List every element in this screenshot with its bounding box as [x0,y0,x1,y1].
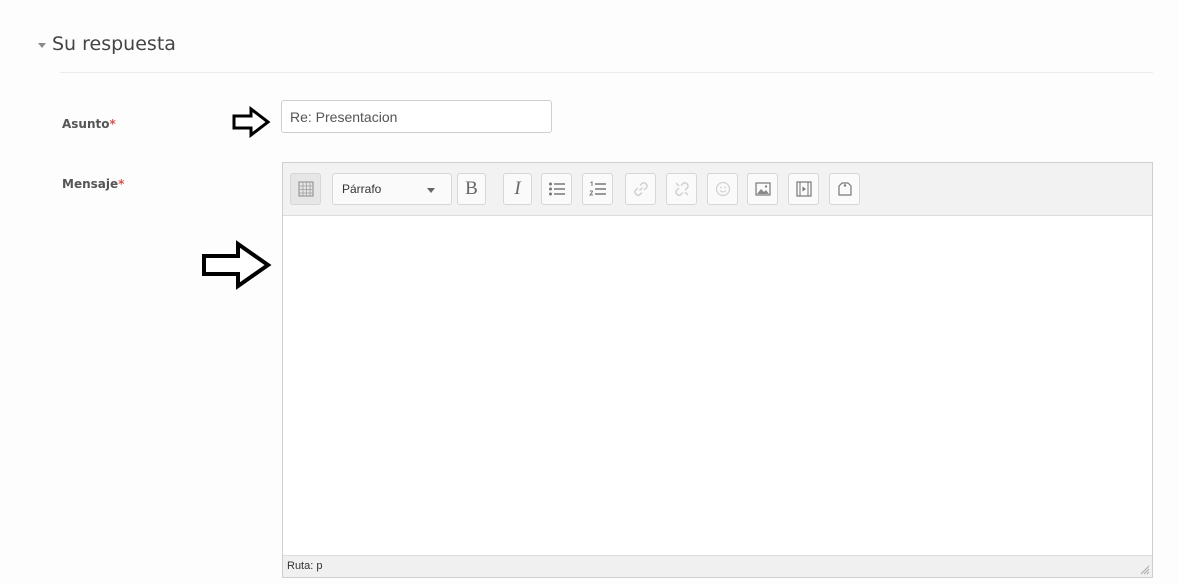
insert-media-button[interactable] [788,173,819,205]
collapse-caret-icon[interactable] [38,42,46,48]
arrow-right-icon [202,240,272,290]
emoticon-button[interactable] [707,173,738,205]
toolbar-toggle-button[interactable] [290,173,321,205]
paragraph-format-value: Párrafo [342,182,382,196]
editor-statusbar: Ruta: p [283,555,1152,577]
italic-label: I [514,178,521,199]
arrow-right-icon [232,106,271,138]
element-path: Ruta: p [287,560,323,572]
media-icon [795,181,812,197]
message-label-text: Mensaje [62,177,119,191]
toolbar-toggle-icon [298,181,313,197]
subject-input[interactable] [281,100,552,133]
link-button[interactable] [625,173,656,205]
unlink-icon [674,181,689,197]
message-label: Mensaje* [62,177,124,191]
section-divider [60,72,1153,73]
message-content-area[interactable] [283,216,1152,556]
image-icon [754,182,771,196]
resize-grip-icon[interactable] [1138,563,1150,575]
manage-files-button[interactable] [829,173,860,205]
section-title: Su respuesta [52,33,176,55]
manage-files-icon [837,182,852,196]
section-header[interactable]: Su respuesta [38,33,176,55]
required-marker: * [118,177,125,191]
unlink-button[interactable] [666,173,697,205]
subject-label-text: Asunto [62,117,110,131]
italic-button[interactable]: I [503,173,532,205]
numbered-list-icon [588,181,606,196]
editor-toolbar: Párrafo B I [283,163,1152,216]
subject-label: Asunto* [62,117,116,131]
paragraph-format-select[interactable]: Párrafo [332,173,452,205]
required-marker: * [109,117,116,131]
bold-label: B [465,178,478,199]
bullet-list-button[interactable] [541,173,572,205]
chevron-down-icon [427,188,435,193]
bold-button[interactable]: B [457,173,486,205]
bullet-list-icon [548,182,565,196]
insert-image-button[interactable] [747,173,778,205]
emoticon-icon [715,181,730,197]
message-editor: Párrafo B I Ruta: p [282,162,1153,578]
link-icon [633,181,648,197]
numbered-list-button[interactable] [582,173,613,205]
